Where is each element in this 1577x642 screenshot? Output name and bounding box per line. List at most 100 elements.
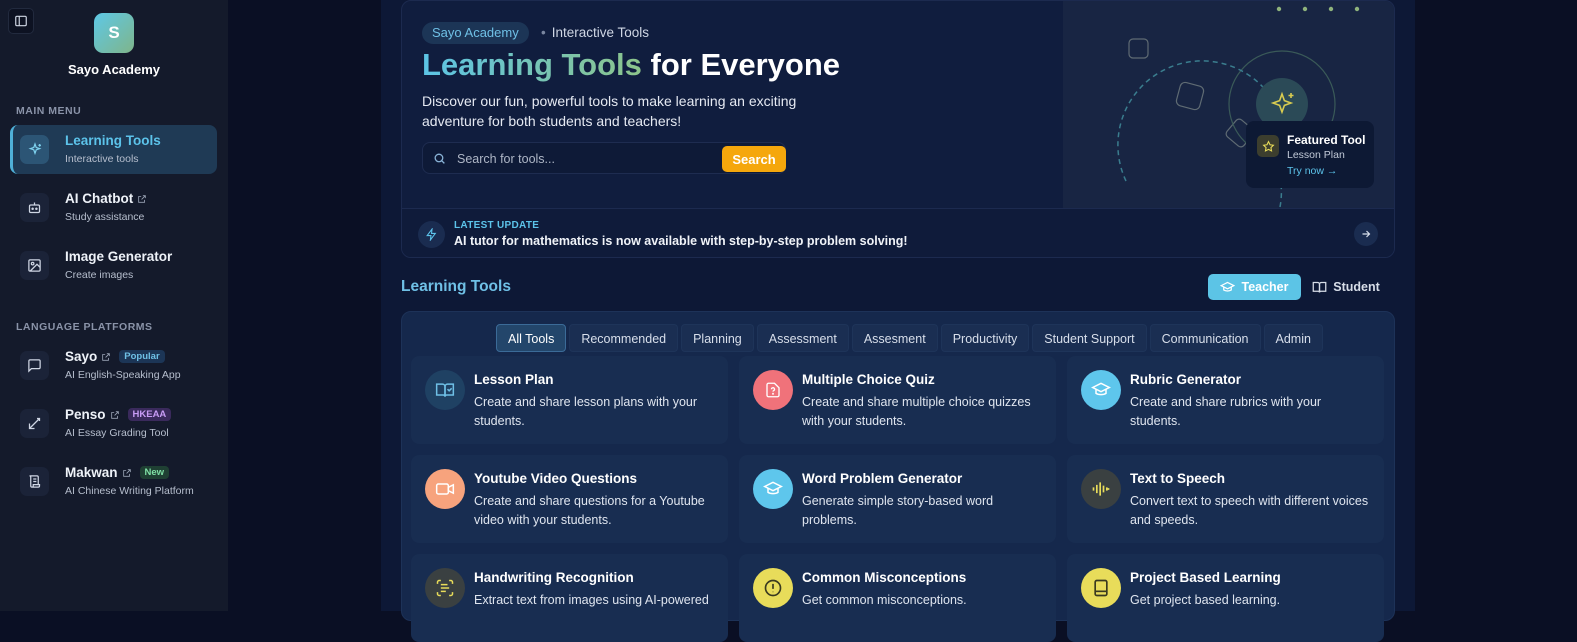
tool-card-project-based-learning[interactable]: Project Based Learning Get project based… <box>1067 554 1384 642</box>
sidebar-item-label: Learning Tools <box>65 133 161 148</box>
latest-update-bar: LATEST UPDATE AI tutor for mathematics i… <box>402 208 1394 257</box>
tool-card-title: Handwriting Recognition <box>474 570 634 585</box>
lightning-icon <box>418 221 445 248</box>
tab-student-support[interactable]: Student Support <box>1032 324 1147 352</box>
sidebar-item-sayo[interactable]: Sayo Popular AI English-Speaking App <box>10 341 217 390</box>
tool-card-description: Create and share rubrics with your stude… <box>1130 395 1322 428</box>
tab-productivity[interactable]: Productivity <box>940 324 1030 352</box>
tool-card-title: Common Misconceptions <box>802 570 967 585</box>
tool-card-title: Rubric Generator <box>1130 372 1242 387</box>
search-button[interactable]: Search <box>722 146 786 172</box>
scan-text-icon <box>425 568 465 608</box>
teacher-toggle-button[interactable]: Teacher <box>1208 274 1301 300</box>
tool-card-title: Youtube Video Questions <box>474 471 638 486</box>
section-title: Learning Tools <box>401 278 511 295</box>
brand-name: Sayo Academy <box>67 62 160 77</box>
sidebar-item-image-generator[interactable]: Image Generator Create images <box>10 241 217 290</box>
breadcrumb-interactive-tools: • Interactive Tools <box>541 25 650 40</box>
sidebar-item-label: Penso <box>65 407 106 422</box>
sidebar-item-subtitle: AI Chinese Writing Platform <box>65 485 194 497</box>
search-icon <box>434 153 445 164</box>
tool-card-title: Project Based Learning <box>1130 570 1281 585</box>
alert-circle-icon <box>753 568 793 608</box>
tool-card-description: Create and share lesson plans with your … <box>474 395 698 428</box>
try-now-link[interactable]: Try now → <box>1287 165 1337 177</box>
graduation-cap-icon <box>1081 370 1121 410</box>
sidebar-item-ai-chatbot[interactable]: AI Chatbot Study assistance <box>10 183 217 232</box>
sidebar-item-label: Sayo <box>65 349 98 364</box>
language-platforms-label: LANGUAGE PLATFORMS <box>16 321 153 333</box>
hkeaa-badge: HKEAA <box>127 408 172 421</box>
tool-card-rubric-generator[interactable]: Rubric Generator Create and share rubric… <box>1067 356 1384 444</box>
graduation-cap-icon <box>1220 281 1236 292</box>
tab-communication[interactable]: Communication <box>1149 324 1261 352</box>
star-icon <box>1257 135 1279 157</box>
hero-title-rest: for Everyone <box>650 47 841 82</box>
hero-title: Learning Tools for Everyone <box>422 47 840 83</box>
search-input[interactable] <box>455 149 715 169</box>
popular-badge: Popular <box>119 350 165 363</box>
new-badge: New <box>139 466 170 479</box>
hero-title-highlight: Learning Tools <box>422 47 642 82</box>
sparkles-icon <box>20 135 49 164</box>
sidebar-item-subtitle: Interactive tools <box>65 153 139 165</box>
quiz-icon <box>753 370 793 410</box>
tool-card-title: Text to Speech <box>1130 471 1226 486</box>
tool-card-title: Word Problem Generator <box>802 471 963 486</box>
main-content: Featured Tool Lesson Plan Try now → Sayo… <box>381 0 1415 642</box>
sidebar-item-label: Makwan <box>65 465 118 480</box>
tab-assesment[interactable]: Assesment <box>851 324 938 352</box>
tool-card-description: Create and share multiple choice quizzes… <box>802 395 1031 428</box>
sidebar: S Sayo Academy MAIN MENU Learning Tools … <box>0 0 228 611</box>
tool-card-title: Multiple Choice Quiz <box>802 372 935 387</box>
sidebar-item-subtitle: AI Essay Grading Tool <box>65 427 169 439</box>
tool-card-common-misconceptions[interactable]: Common Misconceptions Get common misconc… <box>739 554 1056 642</box>
sidebar-item-label: AI Chatbot <box>65 191 134 206</box>
tab-assessment[interactable]: Assessment <box>756 324 849 352</box>
featured-tool-card[interactable]: Featured Tool Lesson Plan Try now → <box>1246 121 1374 188</box>
tool-card-description: Convert text to speech with different vo… <box>1130 494 1369 527</box>
tool-card-youtube-video-questions[interactable]: Youtube Video Questions Create and share… <box>411 455 728 543</box>
sidebar-toggle-button[interactable] <box>8 8 34 34</box>
brand-logo[interactable]: S <box>94 13 134 53</box>
sidebar-item-makwan[interactable]: Makwan New AI Chinese Writing Platform <box>10 457 217 506</box>
tab-planning[interactable]: Planning <box>681 324 754 352</box>
open-book-icon <box>1312 281 1327 293</box>
hero-banner: Featured Tool Lesson Plan Try now → Sayo… <box>401 0 1395 258</box>
tab-admin[interactable]: Admin <box>1263 324 1323 352</box>
tab-recommended[interactable]: Recommended <box>569 324 679 352</box>
sidebar-item-label: Image Generator <box>65 249 173 264</box>
tool-card-word-problem-generator[interactable]: Word Problem Generator Generate simple s… <box>739 455 1056 543</box>
tool-card-description: Generate simple story-based word problem… <box>802 494 994 527</box>
external-link-icon <box>110 410 119 419</box>
tab-all-tools[interactable]: All Tools <box>496 324 567 352</box>
sidebar-item-learning-tools[interactable]: Learning Tools Interactive tools <box>10 125 217 174</box>
featured-subtitle: Lesson Plan <box>1287 149 1345 161</box>
scroll-icon <box>20 467 49 496</box>
image-icon <box>20 251 49 280</box>
sidebar-item-penso[interactable]: Penso HKEAA AI Essay Grading Tool <box>10 399 217 448</box>
tool-card-title: Lesson Plan <box>474 372 554 387</box>
sidebar-item-subtitle: Study assistance <box>65 211 145 223</box>
student-toggle-button[interactable]: Student <box>1311 274 1381 300</box>
tool-card-lesson-plan[interactable]: Lesson Plan Create and share lesson plan… <box>411 356 728 444</box>
academy-pill: Sayo Academy <box>422 22 529 44</box>
tool-card-description: Get common misconceptions. <box>802 593 967 607</box>
teacher-label: Teacher <box>1241 280 1289 294</box>
tool-card-description: Get project based learning. <box>1130 593 1281 607</box>
tool-card-multiple-choice-quiz[interactable]: Multiple Choice Quiz Create and share mu… <box>739 356 1056 444</box>
update-arrow-button[interactable] <box>1354 222 1378 246</box>
book-check-icon <box>425 370 465 410</box>
chat-icon <box>20 351 49 380</box>
tool-card-handwriting-recognition[interactable]: Handwriting Recognition Extract text fro… <box>411 554 728 642</box>
featured-title: Featured Tool <box>1287 133 1366 147</box>
video-icon <box>425 469 465 509</box>
tablet-icon <box>1081 568 1121 608</box>
pen-icon <box>20 409 49 438</box>
audio-wave-icon <box>1081 469 1121 509</box>
tool-card-text-to-speech[interactable]: Text to Speech Convert text to speech wi… <box>1067 455 1384 543</box>
latest-update-text: AI tutor for mathematics is now availabl… <box>454 234 908 248</box>
tool-card-description: Extract text from images using AI-powere… <box>474 593 709 607</box>
arrow-right-icon <box>1362 230 1371 238</box>
panel-left-icon <box>15 15 27 27</box>
